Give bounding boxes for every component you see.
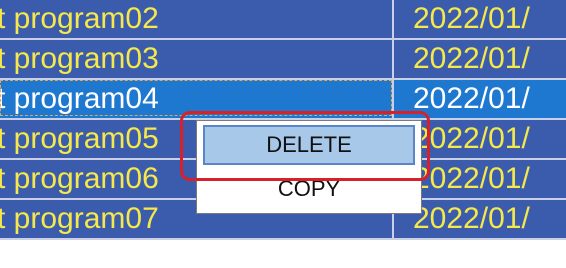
program-name-cell: st program02	[0, 2, 159, 35]
column-divider	[392, 40, 394, 78]
program-date-cell: 2022/01/	[413, 2, 530, 35]
column-divider	[392, 0, 394, 38]
callout-highlight	[180, 111, 430, 181]
table-row[interactable]: st program03 2022/01/	[0, 40, 566, 80]
program-list-view: st program02 2022/01/ st program03 2022/…	[0, 0, 566, 268]
program-date-cell: 2022/01/	[413, 42, 530, 75]
program-name-cell: st program03	[0, 42, 159, 75]
table-row[interactable]: st program02 2022/01/	[0, 0, 566, 40]
